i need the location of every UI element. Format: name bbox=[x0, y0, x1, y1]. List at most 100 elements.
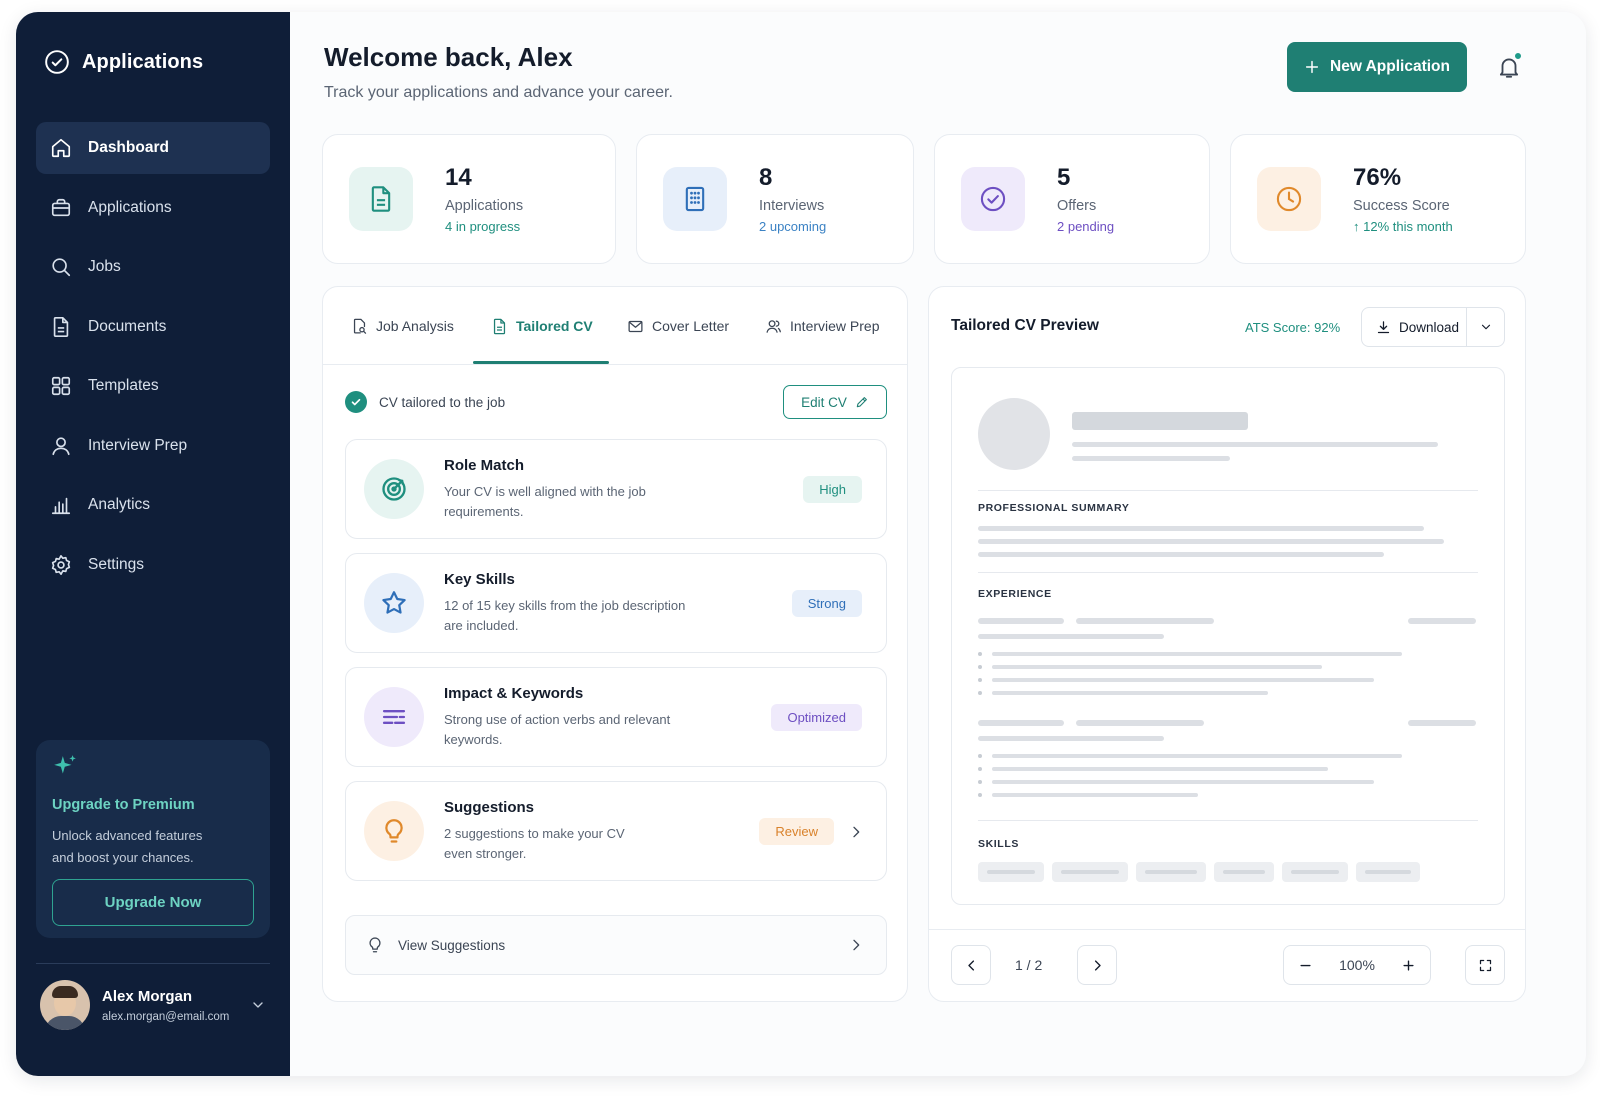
next-page-button[interactable] bbox=[1077, 945, 1117, 985]
sidebar-item-label: Dashboard bbox=[88, 139, 169, 156]
status-badge: Strong bbox=[791, 590, 862, 617]
stat-sub: ↑ 12% this month bbox=[1353, 219, 1453, 234]
chevron-right-icon bbox=[1094, 959, 1101, 971]
sidebar-item-settings[interactable]: Settings bbox=[36, 539, 270, 591]
status-badge: Optimized bbox=[771, 704, 862, 731]
star-icon bbox=[364, 573, 424, 633]
user-profile[interactable]: Alex Morgan alex.morgan@email.com bbox=[40, 980, 266, 1030]
item-description: Strong use of action verbs and relevant k… bbox=[444, 711, 671, 747]
upgrade-now-button[interactable]: Upgrade Now bbox=[52, 879, 254, 926]
sidebar-item-templates[interactable]: Templates bbox=[36, 360, 270, 412]
stat-icon bbox=[961, 167, 1025, 231]
item-description: 2 suggestions to make your CV even strong… bbox=[444, 825, 625, 861]
avatar bbox=[40, 980, 90, 1030]
sidebar-item-dashboard[interactable]: Dashboard bbox=[36, 122, 270, 174]
stat-card-success-score[interactable]: 76% Success Score ↑ 12% this month bbox=[1230, 134, 1526, 264]
stat-card-applications[interactable]: 14 Applications 4 in progress bbox=[322, 134, 616, 264]
download-options-button[interactable] bbox=[1467, 320, 1504, 334]
tailored-status-text: CV tailored to the job bbox=[379, 394, 506, 410]
analysis-item-impact-keywords[interactable]: Impact & Keywords Strong use of action v… bbox=[345, 667, 887, 767]
stat-card-interviews[interactable]: 8 Interviews 2 upcoming bbox=[636, 134, 914, 264]
edit-cv-button[interactable]: Edit CV bbox=[783, 385, 887, 419]
item-title: Key Skills bbox=[444, 570, 515, 588]
page-title: Welcome back, Alex bbox=[324, 42, 573, 72]
lines-icon bbox=[364, 687, 424, 747]
sidebar-item-interview-prep[interactable]: Interview Prep bbox=[36, 420, 270, 472]
analysis-item-suggestions[interactable]: Suggestions 2 suggestions to make your C… bbox=[345, 781, 887, 881]
tab-cover-letter[interactable]: Cover Letter bbox=[627, 287, 729, 365]
users-icon bbox=[766, 319, 781, 333]
download-button[interactable]: Download bbox=[1362, 308, 1467, 346]
brand-logo-icon bbox=[45, 50, 69, 74]
download-icon bbox=[1377, 320, 1390, 333]
clock-icon bbox=[1276, 186, 1302, 212]
tab-interview-prep[interactable]: Interview Prep bbox=[765, 287, 879, 365]
cv-line-placeholder bbox=[992, 665, 1322, 669]
stat-card-offers[interactable]: 5 Offers 2 pending bbox=[934, 134, 1210, 264]
stat-value: 5 bbox=[1057, 164, 1071, 191]
page-indicator: 1 / 2 bbox=[1015, 957, 1043, 973]
user-name: Alex Morgan bbox=[102, 987, 193, 1005]
sidebar-item-label: Documents bbox=[88, 317, 167, 335]
brand[interactable]: Applications bbox=[44, 49, 203, 75]
grid-icon bbox=[51, 376, 71, 396]
premium-title: Upgrade to Premium bbox=[52, 797, 195, 813]
cv-line-placeholder bbox=[992, 678, 1374, 682]
analysis-item-role-match[interactable]: Role Match Your CV is well aligned with … bbox=[345, 439, 887, 539]
stat-label: Offers bbox=[1057, 198, 1097, 214]
chevron-right-icon[interactable] bbox=[848, 824, 864, 840]
previous-page-button[interactable] bbox=[951, 945, 991, 985]
sidebar-item-applications[interactable]: Applications bbox=[36, 182, 270, 234]
check-icon bbox=[345, 391, 367, 413]
chevron-down-icon[interactable] bbox=[250, 997, 266, 1013]
fullscreen-button[interactable] bbox=[1465, 945, 1505, 985]
briefcase-icon bbox=[51, 198, 71, 216]
pencil-icon bbox=[856, 397, 867, 408]
tab-job-analysis[interactable]: Job Analysis bbox=[351, 287, 454, 365]
sidebar-item-jobs[interactable]: Jobs bbox=[36, 241, 270, 293]
cv-section-skills: SKILLS bbox=[978, 838, 1019, 850]
item-description: 12 of 15 key skills from the job descrip… bbox=[444, 597, 686, 633]
cv-document-preview[interactable]: PROFESSIONAL SUMMARY EXPERIENCE SKILLS bbox=[951, 367, 1505, 905]
mail-icon bbox=[628, 320, 643, 332]
cv-line-placeholder bbox=[1072, 456, 1230, 461]
notification-dot bbox=[1514, 52, 1522, 60]
item-description: Your CV is well aligned with the job requ… bbox=[444, 483, 646, 519]
sidebar-item-analytics[interactable]: Analytics bbox=[36, 479, 270, 531]
zoom-in-icon[interactable] bbox=[1401, 958, 1416, 973]
premium-desc-line: and boost your chances. bbox=[52, 850, 194, 865]
stat-sub-text: 12% this month bbox=[1363, 219, 1453, 234]
status-badge: High bbox=[803, 476, 862, 503]
cv-divider bbox=[978, 820, 1478, 821]
stat-icon bbox=[1257, 167, 1321, 231]
tab-label: Cover Letter bbox=[652, 318, 730, 334]
analysis-item-key-skills[interactable]: Key Skills 12 of 15 key skills from the … bbox=[345, 553, 887, 653]
cv-skill-chip bbox=[978, 862, 1044, 882]
cv-line-placeholder bbox=[992, 652, 1402, 656]
cv-line-placeholder bbox=[978, 618, 1064, 624]
zoom-out-icon[interactable] bbox=[1298, 958, 1313, 973]
plus-icon bbox=[1305, 60, 1319, 74]
chevron-right-icon bbox=[853, 939, 860, 951]
zoom-level: 100% bbox=[1339, 957, 1375, 973]
cv-divider bbox=[978, 572, 1478, 573]
sidebar-item-label: Interview Prep bbox=[88, 436, 188, 454]
cv-name-placeholder bbox=[1072, 412, 1248, 430]
cv-analysis-panel: Job Analysis Tailored CV Cover Letter In… bbox=[322, 286, 908, 1002]
premium-card: Upgrade to Premium Unlock advanced featu… bbox=[36, 740, 270, 938]
preview-title: Tailored CV Preview bbox=[951, 317, 1099, 334]
cv-skill-chip bbox=[1356, 862, 1420, 882]
tab-label: Tailored CV bbox=[516, 318, 593, 334]
sidebar-item-documents[interactable]: Documents bbox=[36, 301, 270, 353]
cv-section-experience: EXPERIENCE bbox=[978, 588, 1052, 600]
document-icon bbox=[53, 316, 69, 337]
view-suggestions-button[interactable]: View Suggestions bbox=[345, 915, 887, 975]
stat-label: Applications bbox=[445, 198, 524, 214]
new-application-button[interactable]: New Application bbox=[1287, 42, 1467, 92]
cv-line-placeholder bbox=[992, 754, 1402, 758]
view-suggestions-label: View Suggestions bbox=[398, 937, 506, 953]
search-icon bbox=[52, 258, 71, 277]
tab-tailored-cv[interactable]: Tailored CV bbox=[491, 287, 593, 365]
brand-title: Applications bbox=[82, 50, 204, 73]
sidebar-item-label: Jobs bbox=[88, 258, 121, 275]
